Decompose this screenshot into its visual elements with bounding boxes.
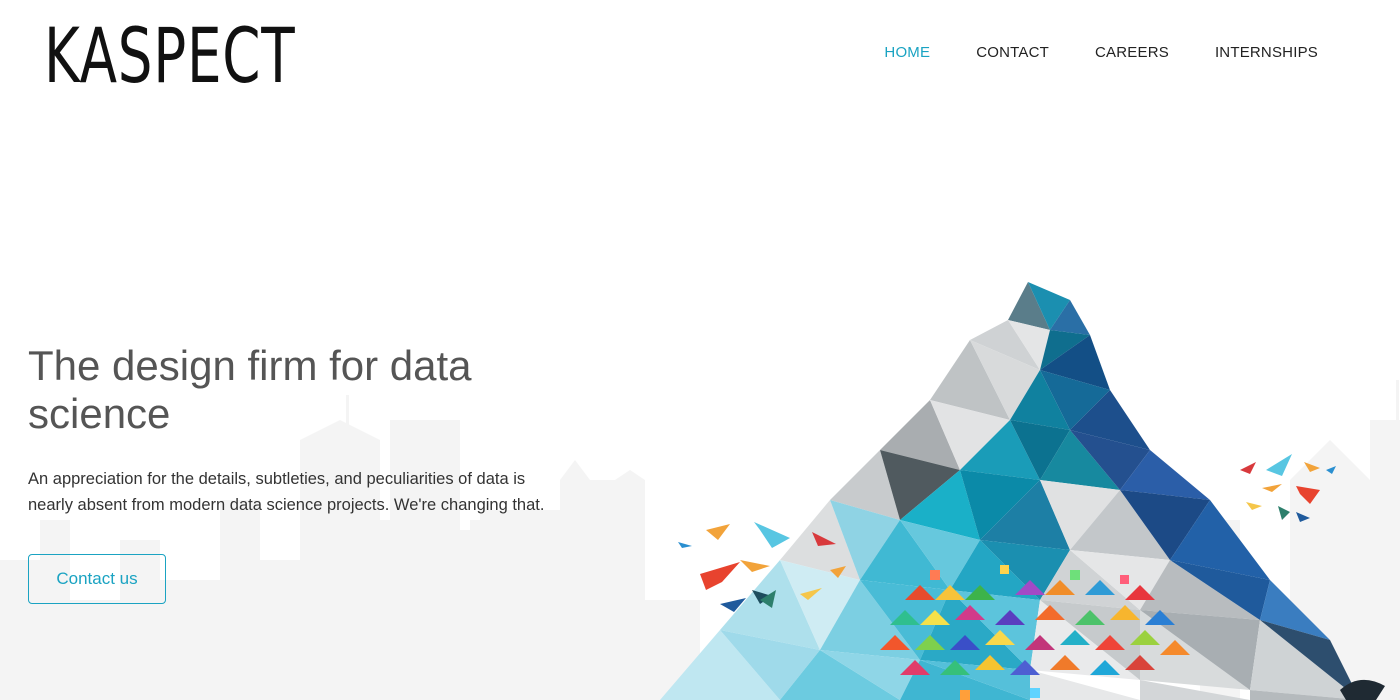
main-nav: HOME CONTACT CAREERS INTERNSHIPS — [884, 44, 1318, 61]
mountain-facets — [660, 282, 1385, 700]
page: KASPECT HOME CONTACT CAREERS INTERNSHIPS… — [0, 0, 1400, 700]
contact-us-button[interactable]: Contact us — [28, 554, 166, 604]
birds-right — [1240, 454, 1336, 522]
nav-item-internships[interactable]: INTERNSHIPS — [1215, 44, 1318, 61]
nav-item-careers[interactable]: CAREERS — [1095, 44, 1169, 61]
brand-logo[interactable]: KASPECT — [44, 14, 295, 98]
hero-title: The design firm for data science — [28, 342, 472, 437]
nav-item-contact[interactable]: CONTACT — [976, 44, 1049, 61]
hero-description: An appreciation for the details, subtlet… — [28, 470, 545, 514]
nav-item-home[interactable]: HOME — [884, 44, 930, 61]
